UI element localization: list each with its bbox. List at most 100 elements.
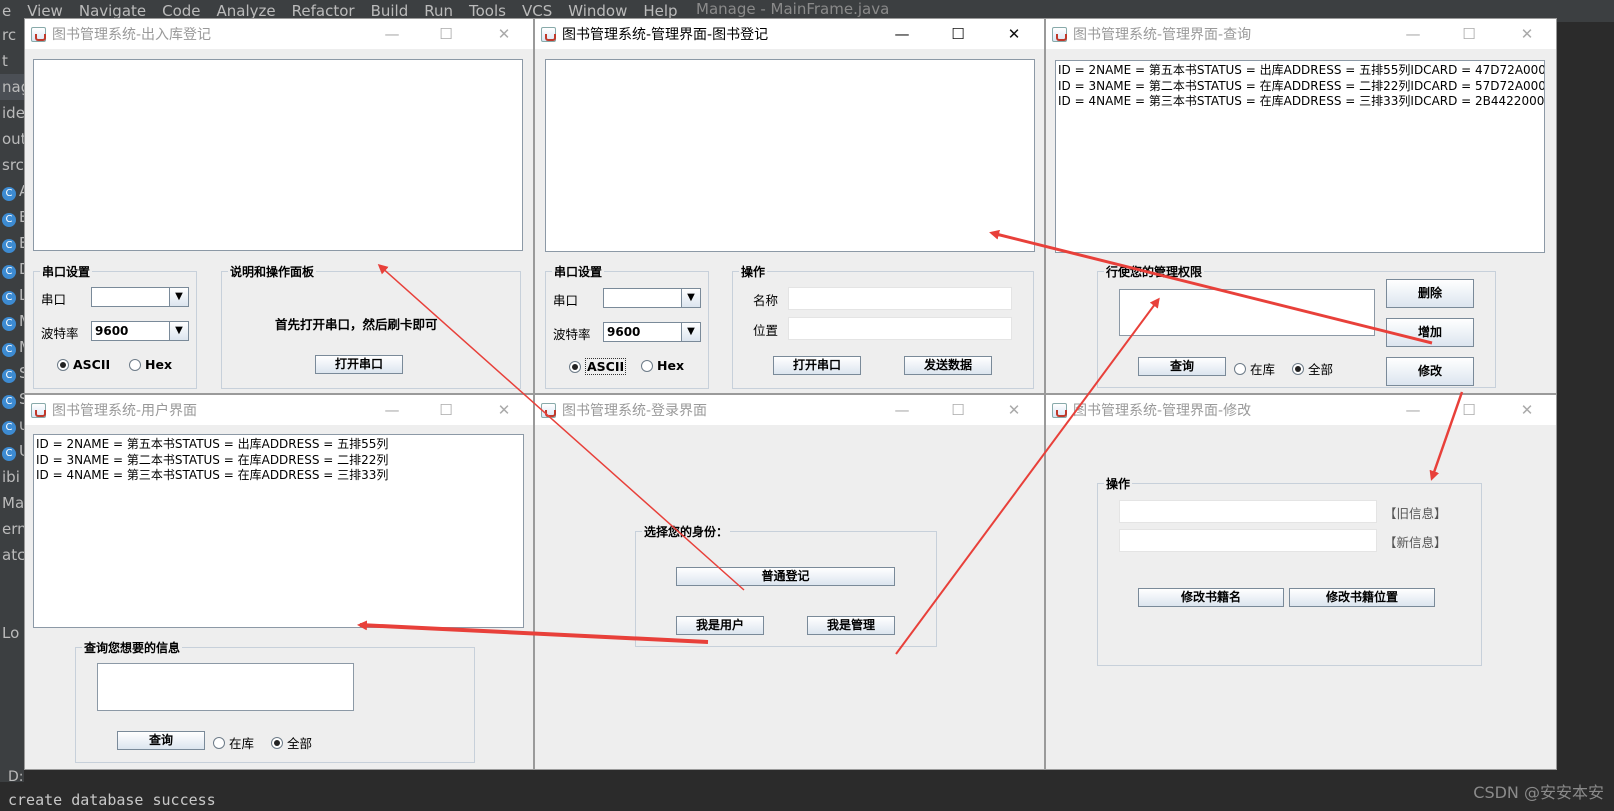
ide-project-row[interactable]: CB xyxy=(0,204,24,230)
open-port-button[interactable]: 打开串口 xyxy=(773,356,861,375)
baud-value: 9600 xyxy=(95,324,129,338)
maximize-icon[interactable]: ☐ xyxy=(419,395,473,425)
close-icon[interactable]: ✕ xyxy=(477,395,531,425)
group-legend: 串口设置 xyxy=(40,263,93,280)
hex-radio[interactable]: Hex xyxy=(641,358,684,373)
ide-project-row[interactable]: CS xyxy=(0,360,24,386)
output-textarea[interactable] xyxy=(545,59,1035,252)
maximize-icon[interactable]: ☐ xyxy=(931,19,985,49)
close-icon[interactable]: ✕ xyxy=(1500,19,1554,49)
hint-text: 首先打开串口，然后刷卡即可 xyxy=(275,317,438,332)
ide-project-row[interactable]: Cu xyxy=(0,412,24,438)
minimize-icon[interactable]: — xyxy=(1386,19,1440,49)
group-legend: 行使您的管理权限 xyxy=(1104,263,1205,280)
ide-project-row[interactable] xyxy=(0,594,24,620)
results-textarea[interactable]: ID = 2NAME = 第五本书STATUS = 出库ADDRESS = 五排… xyxy=(33,434,524,628)
minimize-icon[interactable]: — xyxy=(365,19,419,49)
hex-radio[interactable]: Hex xyxy=(129,357,172,372)
ide-project-row[interactable]: CE xyxy=(0,230,24,256)
add-button[interactable]: 增加 xyxy=(1386,318,1474,347)
title-bar[interactable]: 图书管理系统-出入库登记 — ☐ ✕ xyxy=(25,19,533,49)
window-admin-query: 图书管理系统-管理界面-查询 — ☐ ✕ ID = 2NAME = 第五本书ST… xyxy=(1045,18,1557,394)
ide-project-row[interactable]: nag xyxy=(0,74,24,100)
window-title: 图书管理系统-管理界面-图书登记 xyxy=(562,27,769,43)
instock-radio[interactable]: 在库 xyxy=(213,733,254,752)
name-input[interactable] xyxy=(788,287,1012,310)
old-info-label: 【旧信息】 xyxy=(1384,506,1447,521)
title-bar[interactable]: 图书管理系统-管理界面-查询 — ☐ ✕ xyxy=(1046,19,1556,49)
title-bar[interactable]: 图书管理系统-管理界面-修改 — ☐ ✕ xyxy=(1046,395,1556,425)
radio-dot xyxy=(213,736,225,749)
class-icon: C xyxy=(2,213,16,227)
title-bar[interactable]: 图书管理系统-用户界面 — ☐ ✕ xyxy=(25,395,533,425)
minimize-icon[interactable]: — xyxy=(875,19,929,49)
instock-radio[interactable]: 在库 xyxy=(1234,359,1275,378)
maximize-icon[interactable]: ☐ xyxy=(931,395,985,425)
open-port-button[interactable]: 打开串口 xyxy=(315,355,403,374)
ide-project-row[interactable]: Mar xyxy=(0,490,24,516)
admin-input[interactable] xyxy=(1119,289,1375,336)
class-icon: C xyxy=(2,421,16,435)
ide-project-row[interactable]: out xyxy=(0,126,24,152)
port-select[interactable]: ▼ xyxy=(603,288,701,308)
ide-project-row[interactable]: src xyxy=(0,152,24,178)
rename-book-button[interactable]: 修改书籍名 xyxy=(1138,588,1284,607)
baud-select[interactable]: 9600 ▼ xyxy=(603,322,701,342)
ide-project-row-label: src xyxy=(2,156,24,174)
close-icon[interactable]: ✕ xyxy=(477,19,531,49)
all-radio[interactable]: 全部 xyxy=(1292,359,1333,378)
output-textarea[interactable] xyxy=(33,59,523,251)
port-select[interactable]: ▼ xyxy=(91,287,189,307)
group-legend: 选择您的身份： xyxy=(642,523,731,540)
send-data-button[interactable]: 发送数据 xyxy=(904,356,992,375)
ascii-radio[interactable]: ASCII xyxy=(569,358,627,375)
position-label: 位置 xyxy=(753,323,779,338)
user-login-button[interactable]: 我是用户 xyxy=(676,616,764,635)
maximize-icon[interactable]: ☐ xyxy=(1442,395,1496,425)
ide-project-row[interactable]: atch xyxy=(0,542,24,568)
normal-register-button[interactable]: 普通登记 xyxy=(676,567,895,586)
ide-menu-item[interactable]: e xyxy=(2,2,11,20)
ascii-radio[interactable]: ASCII xyxy=(57,357,110,372)
ide-project-row[interactable]: CM xyxy=(0,334,24,360)
ide-project-row[interactable]: CS xyxy=(0,386,24,412)
query-input[interactable] xyxy=(97,663,354,711)
close-icon[interactable]: ✕ xyxy=(987,19,1041,49)
ide-project-row[interactable]: CD xyxy=(0,256,24,282)
minimize-icon[interactable]: — xyxy=(1386,395,1440,425)
minimize-icon[interactable]: — xyxy=(365,395,419,425)
ide-project-row[interactable]: Lo xyxy=(0,620,24,646)
ide-project-row[interactable]: erna xyxy=(0,516,24,542)
baud-select[interactable]: 9600 ▼ xyxy=(91,321,189,341)
delete-button[interactable]: 删除 xyxy=(1386,279,1474,308)
ide-project-row[interactable]: ide xyxy=(0,100,24,126)
new-info-input[interactable] xyxy=(1119,529,1377,552)
admin-login-button[interactable]: 我是管理 xyxy=(807,616,895,635)
old-info-input[interactable] xyxy=(1119,500,1377,523)
minimize-icon[interactable]: — xyxy=(875,395,929,425)
maximize-icon[interactable]: ☐ xyxy=(1442,19,1496,49)
close-icon[interactable]: ✕ xyxy=(1500,395,1554,425)
title-bar[interactable]: 图书管理系统-登录界面 — ☐ ✕ xyxy=(535,395,1044,425)
java-cup-icon xyxy=(1052,26,1067,42)
ide-project-row[interactable]: rc xyxy=(0,22,24,48)
class-icon: C xyxy=(2,187,16,201)
query-button[interactable]: 查询 xyxy=(117,731,205,750)
ide-project-row[interactable] xyxy=(0,568,24,594)
reposition-book-button[interactable]: 修改书籍位置 xyxy=(1289,588,1435,607)
close-icon[interactable]: ✕ xyxy=(987,395,1041,425)
modify-button[interactable]: 修改 xyxy=(1386,357,1474,386)
query-button[interactable]: 查询 xyxy=(1138,357,1226,376)
title-bar[interactable]: 图书管理系统-管理界面-图书登记 — ☐ ✕ xyxy=(535,19,1044,49)
ide-project-row[interactable]: CL xyxy=(0,282,24,308)
ide-project-row[interactable]: t xyxy=(0,48,24,74)
ide-project-row[interactable]: CU xyxy=(0,438,24,464)
all-radio[interactable]: 全部 xyxy=(271,733,312,752)
position-input[interactable] xyxy=(788,317,1012,340)
ide-project-row[interactable]: CA xyxy=(0,178,24,204)
results-textarea[interactable]: ID = 2NAME = 第五本书STATUS = 出库ADDRESS = 五排… xyxy=(1055,60,1545,253)
ide-project-row[interactable]: ibi xyxy=(0,464,24,490)
ide-project-row[interactable]: CM xyxy=(0,308,24,334)
maximize-icon[interactable]: ☐ xyxy=(419,19,473,49)
java-cup-icon xyxy=(31,26,46,42)
